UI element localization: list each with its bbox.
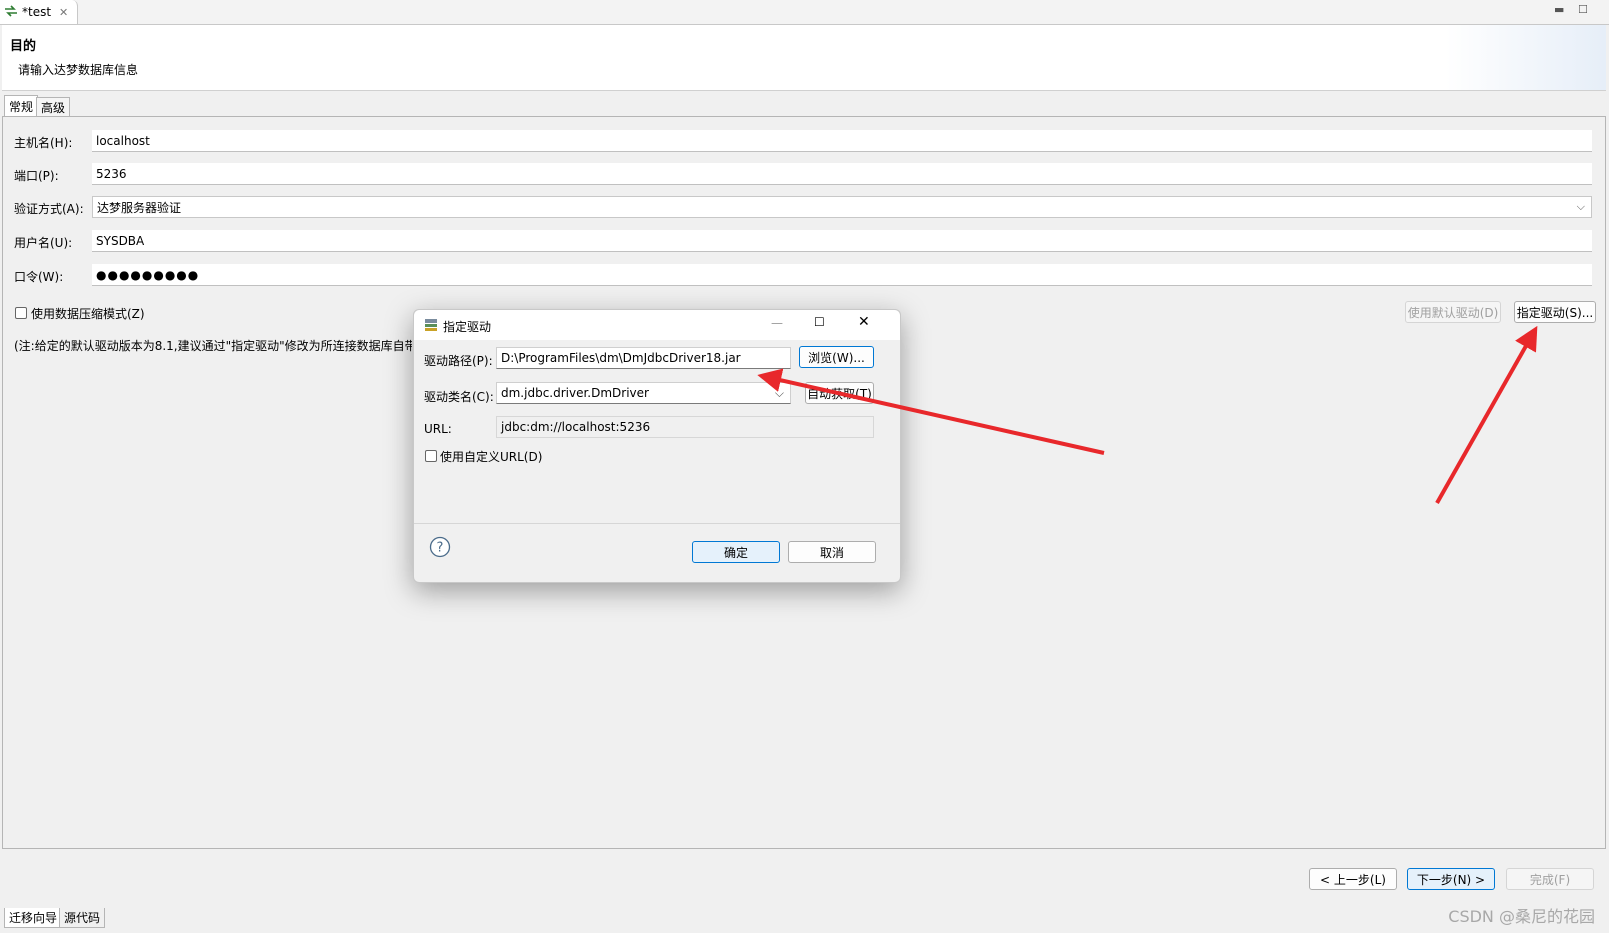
auth-select-value: 达梦服务器验证 [97, 200, 182, 215]
app-window: *test ✕ ▬ ☐ 目的 请输入达梦数据库信息 常规 高级 主机名(H): … [0, 0, 1609, 933]
specify-driver-dialog: 指定驱动 — ☐ ✕ 驱动路径(P): D:\ProgramFiles\dm\D… [413, 309, 901, 583]
auth-select[interactable]: 达梦服务器验证 ⌵ [92, 196, 1592, 218]
default-driver-button[interactable]: 使用默认驱动(D) [1405, 301, 1501, 323]
driver-class-select[interactable]: dm.jdbc.driver.DmDriver ⌵ [496, 382, 791, 404]
user-label: 用户名(U): [14, 236, 73, 250]
close-icon[interactable]: ✕ [858, 314, 870, 330]
editor-tab-bar: *test ✕ ▬ ☐ [0, 0, 1609, 25]
dialog-title: 指定驱动 [443, 320, 492, 334]
maximize-icon[interactable]: ☐ [814, 315, 825, 329]
port-input[interactable]: 5236 [92, 163, 1592, 185]
host-input[interactable]: localhost [92, 130, 1592, 152]
user-input[interactable]: SYSDBA [92, 230, 1592, 252]
tab-source-code[interactable]: 源代码 [59, 908, 106, 928]
maximize-icon[interactable]: ☐ [1578, 3, 1588, 16]
ok-button[interactable]: 确定 [692, 541, 780, 563]
watermark: CSDN @桑尼的花园 [1448, 907, 1595, 926]
url-label: URL: [424, 422, 452, 436]
compress-label: 使用数据压缩模式(Z) [31, 307, 145, 321]
custom-url-label: 使用自定义URL(D) [440, 450, 543, 464]
dialog-titlebar: 指定驱动 — ☐ ✕ [414, 310, 900, 340]
host-label: 主机名(H): [14, 136, 73, 150]
password-input[interactable]: ●●●●●●●●● [92, 264, 1592, 286]
page-title: 目的 [10, 39, 37, 54]
url-input[interactable]: jdbc:dm://localhost:5236 [496, 416, 874, 438]
wizard-header: 目的 请输入达梦数据库信息 [2, 25, 1606, 91]
port-label: 端口(P): [14, 169, 59, 183]
migration-icon [4, 4, 18, 20]
next-button[interactable]: 下一步(N) > [1407, 868, 1495, 890]
page-description: 请输入达梦数据库信息 [18, 63, 139, 77]
driver-icon [424, 318, 438, 335]
browse-button[interactable]: 浏览(W)... [799, 346, 874, 368]
auth-label: 验证方式(A): [14, 202, 84, 216]
back-button[interactable]: < 上一步(L) [1309, 868, 1397, 890]
tab-migration-wizard[interactable]: 迁移向导 [4, 908, 63, 928]
driver-note: (注:给定的默认驱动版本为8.1,建议通过"指定驱动"修改为所连接数据库自带 [14, 339, 412, 353]
specify-driver-button[interactable]: 指定驱动(S)... [1514, 301, 1596, 323]
compress-checkbox[interactable] [15, 307, 27, 319]
custom-url-checkbox[interactable] [425, 450, 437, 462]
driver-path-input[interactable]: D:\ProgramFiles\dm\DmJdbcDriver18.jar [496, 347, 791, 369]
tab-advanced[interactable]: 高级 [36, 97, 71, 116]
editor-tab-test[interactable]: *test ✕ [0, 0, 78, 24]
cancel-button[interactable]: 取消 [788, 541, 876, 563]
minimize-icon[interactable]: — [771, 316, 783, 330]
dialog-separator [414, 523, 900, 524]
password-label: 口令(W): [14, 270, 64, 284]
chevron-down-icon: ⌵ [774, 386, 784, 400]
driver-class-value: dm.jdbc.driver.DmDriver [501, 386, 649, 400]
minimize-icon[interactable]: ▬ [1554, 3, 1564, 16]
driver-class-label: 驱动类名(C): [424, 390, 494, 404]
editor-tab-label: *test [22, 5, 52, 19]
close-icon[interactable]: ✕ [59, 6, 68, 19]
driver-path-label: 驱动路径(P): [424, 354, 493, 368]
svg-text:?: ? [437, 541, 444, 556]
help-icon[interactable]: ? [429, 536, 451, 561]
tab-general[interactable]: 常规 [4, 95, 39, 116]
auto-detect-button[interactable]: 自动获取(T) [805, 382, 874, 404]
finish-button[interactable]: 完成(F) [1506, 868, 1594, 890]
chevron-down-icon: ⌵ [1576, 200, 1585, 213]
